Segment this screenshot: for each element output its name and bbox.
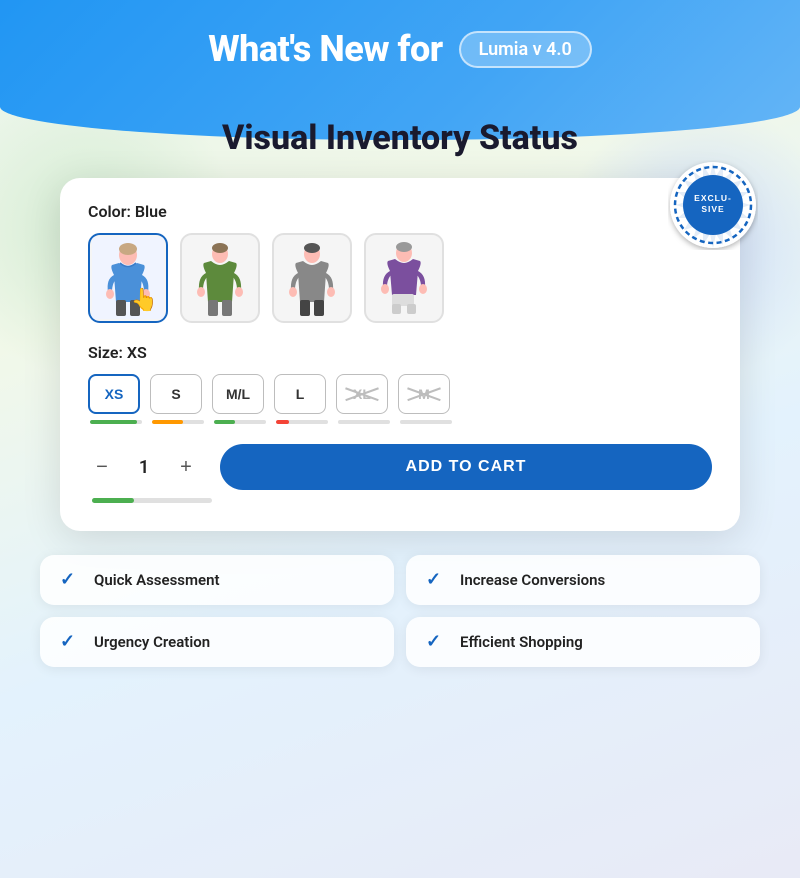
cursor-icon: 👆 [131,288,158,313]
qty-increase[interactable]: + [172,453,200,481]
color-swatches: 👆 [88,233,712,323]
stock-bar-fill [92,498,134,503]
feature-efficient-shopping: ✓ Efficient Shopping [406,617,760,667]
header-badge: Lumia v 4.0 [459,31,592,68]
feature-quick-assessment: ✓ Quick Assessment [40,555,394,605]
inventory-indicators [88,420,712,424]
size-buttons: XS S M/L L XL M [88,374,712,414]
header: What's New for Lumia v 4.0 [0,0,800,90]
feature-urgency-creation: ✓ Urgency Creation [40,617,394,667]
feature-label-4: Efficient Shopping [460,633,583,651]
qty-decrease[interactable]: − [88,453,116,481]
inv-bar-xl [338,420,390,424]
check-icon-4: ✓ [426,631,448,653]
size-xs[interactable]: XS [88,374,140,414]
feature-label-2: Increase Conversions [460,571,605,589]
check-icon-1: ✓ [60,569,82,591]
features-grid: ✓ Quick Assessment ✓ Increase Conversion… [40,555,760,667]
qty-value: 1 [132,457,156,478]
check-icon-2: ✓ [426,569,448,591]
cart-row: − 1 + ADD TO CART [88,444,712,490]
size-ml[interactable]: M/L [212,374,264,414]
inv-bar-ml [214,420,266,424]
stock-bar [92,498,212,503]
size-label: Size: XS [88,343,712,362]
inv-bar-m [400,420,452,424]
color-swatch-blue[interactable]: 👆 [88,233,168,323]
inv-fill-xs [90,420,137,424]
inv-bar-l [276,420,328,424]
color-swatch-green[interactable] [180,233,260,323]
size-m[interactable]: M [398,374,450,414]
quantity-control: − 1 + [88,453,200,481]
feature-label-3: Urgency Creation [94,633,210,651]
color-label: Color: Blue [88,202,712,221]
section-title: Visual Inventory Status [0,118,800,158]
inv-fill-l [276,420,289,424]
check-icon-3: ✓ [60,631,82,653]
main-card: EXCLU- SIVE Color: Blue [60,178,740,531]
inv-fill-s [152,420,183,424]
color-swatch-grey[interactable] [272,233,352,323]
exclusive-badge: EXCLU- SIVE [668,160,758,250]
size-l[interactable]: L [274,374,326,414]
feature-label-1: Quick Assessment [94,571,220,589]
size-xl[interactable]: XL [336,374,388,414]
svg-text:SIVE: SIVE [701,204,724,214]
inv-fill-ml [214,420,235,424]
header-title: What's New for [208,28,442,70]
svg-text:EXCLU-: EXCLU- [694,193,732,203]
add-to-cart-button[interactable]: ADD TO CART [220,444,712,490]
feature-increase-conversions: ✓ Increase Conversions [406,555,760,605]
size-s[interactable]: S [150,374,202,414]
inv-bar-xs [90,420,142,424]
color-swatch-purple[interactable] [364,233,444,323]
inv-bar-s [152,420,204,424]
